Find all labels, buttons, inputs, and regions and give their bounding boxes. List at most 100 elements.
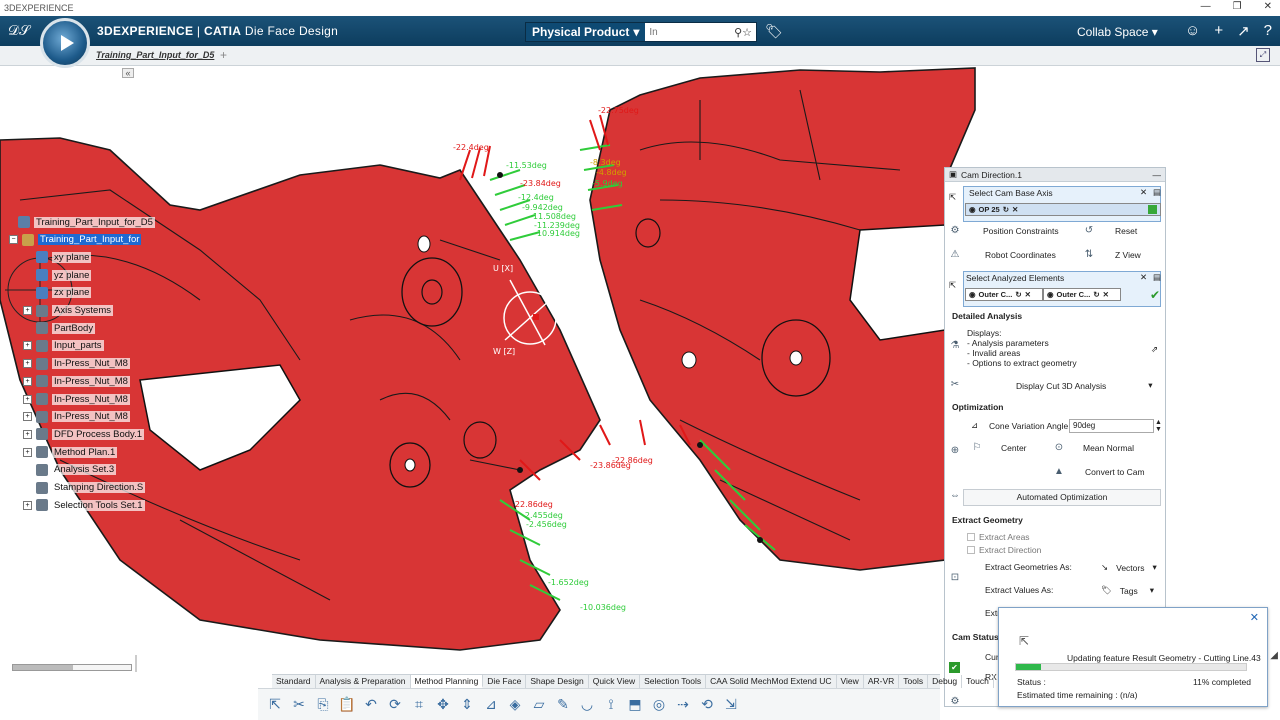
- share-icon[interactable]: ↗: [1237, 22, 1250, 40]
- expand-icon[interactable]: +: [23, 394, 32, 404]
- tree-node[interactable]: + Input_parts: [23, 339, 104, 353]
- mean-normal-button[interactable]: ⊙ Mean Normal: [1053, 442, 1134, 454]
- tree-node[interactable]: − Training_Part_Input_for: [9, 233, 142, 247]
- grid-icon[interactable]: ⌗: [410, 696, 428, 713]
- z-view-button[interactable]: ⇅ Z View: [1083, 249, 1141, 261]
- tree-node[interactable]: + In-Press_Nut_M8: [23, 374, 130, 388]
- expand-icon[interactable]: +: [23, 429, 32, 439]
- angle-stepper[interactable]: ▲ ▼: [1155, 419, 1162, 433]
- select-icon[interactable]: ⇱: [266, 696, 284, 713]
- expand-icon[interactable]: −: [9, 235, 18, 245]
- panel-header[interactable]: ▣ Cam Direction.1 —: [945, 168, 1165, 182]
- tree-node-label[interactable]: Stamping Direction.S: [52, 482, 146, 493]
- position-constraints-button[interactable]: ⚙ Position Constraints: [949, 225, 1059, 237]
- tree-node[interactable]: yz plane: [23, 268, 92, 282]
- tab-ar-vr[interactable]: AR-VR: [864, 675, 900, 688]
- expand-icon[interactable]: +: [23, 412, 32, 422]
- tree-node[interactable]: zx plane: [23, 286, 92, 300]
- tree-node-label[interactable]: PartBody: [52, 322, 96, 334]
- clear-selection-icon[interactable]: ✕: [1140, 187, 1147, 198]
- restore-icon[interactable]: ❐: [1233, 1, 1242, 12]
- tree-node-label[interactable]: Training_Part_Input_for: [38, 234, 142, 246]
- convert-to-cam-button[interactable]: ▲ Convert to Cam: [1053, 466, 1144, 478]
- extract-areas-checkbox[interactable]: Extract Areas: [967, 532, 1030, 542]
- search-icon[interactable]: ⚲☆: [734, 26, 756, 39]
- tree-node[interactable]: + Selection Tools Set.1: [23, 498, 145, 512]
- close-icon[interactable]: ✕: [1250, 611, 1259, 624]
- undo-icon[interactable]: ↶: [362, 696, 380, 713]
- expand-icon[interactable]: +: [23, 306, 32, 315]
- tree-node-label[interactable]: In-Press_Nut_M8: [52, 375, 130, 387]
- optimization-header[interactable]: Optimization: [952, 402, 1003, 412]
- tree-node[interactable]: + In-Press_Nut_M8: [23, 392, 130, 406]
- tree-node[interactable]: Analysis Set.3: [23, 463, 117, 477]
- external-link-icon[interactable]: ⇗: [1151, 344, 1158, 355]
- tab-method-planning[interactable]: Method Planning: [410, 675, 484, 688]
- tab-analysis-preparation[interactable]: Analysis & Preparation: [316, 675, 411, 688]
- tree-node[interactable]: + In-Press_Nut_M8: [23, 410, 130, 424]
- center-button[interactable]: ⚐ Center: [971, 442, 1027, 454]
- expand-icon[interactable]: +: [23, 359, 32, 369]
- minimize-icon[interactable]: —: [1201, 1, 1211, 12]
- tree-node[interactable]: Training_Part_Input_for_D5: [5, 215, 155, 229]
- add-icon[interactable]: +: [1214, 22, 1223, 40]
- tree-node-label[interactable]: Analysis Set.3: [52, 464, 117, 476]
- tab-selection-tools[interactable]: Selection Tools: [640, 675, 707, 688]
- robot-coordinates-button[interactable]: ⚠ Robot Coordinates: [949, 249, 1056, 261]
- close-icon[interactable]: ✕: [1264, 1, 1272, 12]
- remove-icon[interactable]: ✕: [1012, 205, 1018, 214]
- display-cut-dropdown[interactable]: Display Cut 3D Analysis ▾: [1016, 380, 1153, 391]
- ds-logo-icon[interactable]: 𝒟𝒮: [8, 22, 30, 39]
- copy-icon[interactable]: ⎘: [314, 696, 332, 713]
- align-icon[interactable]: ⇕: [458, 696, 476, 713]
- expand-icon[interactable]: +: [23, 341, 32, 351]
- tab-view[interactable]: View: [837, 675, 864, 688]
- tree-node[interactable]: xy plane: [23, 250, 92, 264]
- scroll-thumb[interactable]: [13, 665, 73, 670]
- extrude-icon[interactable]: ⬒: [626, 696, 644, 713]
- extract-direction-checkbox[interactable]: Extract Direction: [967, 545, 1041, 555]
- tree-node-label[interactable]: In-Press_Nut_M8: [52, 411, 130, 423]
- tree-node[interactable]: + Axis Systems: [23, 304, 114, 318]
- trim-icon[interactable]: ⟟: [602, 696, 620, 713]
- collapse-tree-icon[interactable]: «: [122, 68, 134, 78]
- expand-icon[interactable]: +: [23, 447, 32, 457]
- plane-icon[interactable]: ▱: [530, 696, 548, 713]
- tags-dropdown[interactable]: 🏷 Tags ▾: [1101, 585, 1154, 596]
- tree-node-label[interactable]: In-Press_Nut_M8: [52, 358, 130, 370]
- clear-selection-icon[interactable]: ✕: [1140, 272, 1147, 283]
- analysis-icon[interactable]: ◎: [650, 696, 668, 713]
- tree-node-label[interactable]: Training_Part_Input_for_D5: [34, 216, 155, 228]
- fullscreen-icon[interactable]: ⤢: [1256, 48, 1270, 62]
- vectors-dropdown[interactable]: ↘ Vectors ▾: [1101, 562, 1157, 573]
- cone-angle-input[interactable]: 90deg: [1069, 419, 1154, 433]
- tree-node-label[interactable]: Axis Systems: [52, 305, 114, 316]
- surface-icon[interactable]: ◈: [506, 696, 524, 713]
- tree-node-label[interactable]: DFD Process Body.1: [52, 428, 144, 440]
- tree-node[interactable]: Stamping Direction.S: [23, 481, 146, 495]
- sketch-icon[interactable]: ✎: [554, 696, 572, 713]
- resize-icon[interactable]: ◢: [1270, 650, 1278, 661]
- detailed-analysis-icon[interactable]: ⚗: [949, 340, 961, 352]
- tab-standard[interactable]: Standard: [272, 675, 316, 688]
- transform-icon[interactable]: ⇢: [674, 696, 692, 713]
- cut-icon[interactable]: ✂: [290, 696, 308, 713]
- analyzed-chip-2[interactable]: ◉ Outer C... ↻ ✕: [1043, 288, 1121, 301]
- extract-geometry-header[interactable]: Extract Geometry: [952, 515, 1023, 525]
- analyzed-chip-1[interactable]: ◉ Outer C... ↻ ✕: [965, 288, 1043, 301]
- tab-touch[interactable]: Touch: [962, 675, 994, 688]
- tree-scrollbar[interactable]: [12, 664, 132, 671]
- tree-node[interactable]: + Method Plan.1: [23, 445, 118, 459]
- swap-icon[interactable]: ↻: [1003, 205, 1009, 214]
- export-icon[interactable]: ⇲: [722, 696, 740, 713]
- repeat-icon[interactable]: ⟲: [698, 696, 716, 713]
- reset-button[interactable]: ↺ Reset: [1083, 225, 1137, 237]
- expand-icon[interactable]: +: [23, 500, 32, 510]
- list-icon[interactable]: ▤: [1153, 272, 1161, 283]
- tree-node-label[interactable]: Method Plan.1: [52, 446, 118, 458]
- tab-tools[interactable]: Tools: [899, 675, 929, 688]
- tree-node-label[interactable]: Input_parts: [52, 340, 104, 352]
- tree-node-label[interactable]: Selection Tools Set.1: [52, 499, 145, 511]
- tree-node[interactable]: + In-Press_Nut_M8: [23, 357, 130, 371]
- tree-node[interactable]: PartBody: [23, 321, 96, 335]
